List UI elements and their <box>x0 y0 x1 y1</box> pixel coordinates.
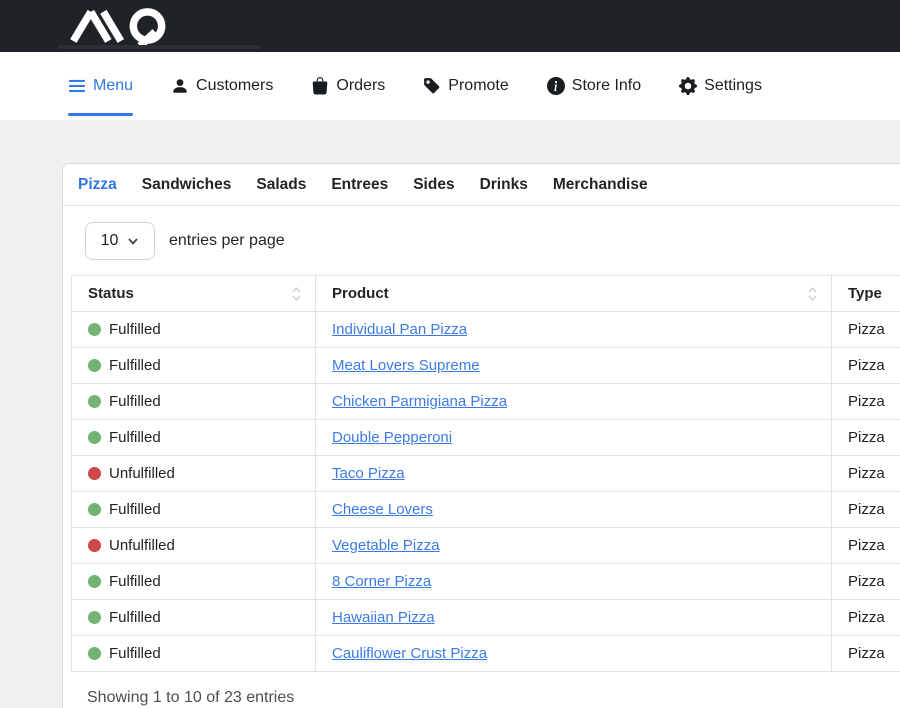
nav-label-settings: Settings <box>704 77 762 95</box>
entries-per-page-value: 10 <box>101 232 119 250</box>
tab-drinks[interactable]: Drinks <box>480 176 528 194</box>
status-label: Fulfilled <box>109 645 161 662</box>
product-link[interactable]: Chicken Parmigiana Pizza <box>332 393 507 410</box>
product-link[interactable]: Cauliflower Crust Pizza <box>332 645 487 662</box>
entries-per-page-row: 10 entries per page <box>85 222 900 260</box>
nav-item-orders[interactable]: Orders <box>311 52 385 120</box>
main-navigation: Menu Customers Orders Promote Store Info… <box>0 52 900 120</box>
nav-label-customers: Customers <box>196 77 273 95</box>
type-label: Pizza <box>848 465 885 482</box>
tab-sandwiches[interactable]: Sandwiches <box>142 176 232 194</box>
type-label: Pizza <box>848 573 885 590</box>
product-link[interactable]: Cheese Lovers <box>332 501 433 518</box>
table-row: Fulfilled Cauliflower Crust Pizza Pizza <box>72 636 900 672</box>
status-dot <box>88 431 101 444</box>
status-label: Fulfilled <box>109 393 161 410</box>
status-label: Fulfilled <box>109 501 161 518</box>
bag-icon <box>311 77 329 95</box>
status-label: Unfulfilled <box>109 465 175 482</box>
status-dot <box>88 359 101 372</box>
entries-per-page-select[interactable]: 10 <box>85 222 155 260</box>
hamburger-icon <box>68 77 86 95</box>
type-label: Pizza <box>848 645 885 662</box>
product-link[interactable]: Hawaiian Pizza <box>332 609 435 626</box>
nav-item-store-info[interactable]: Store Info <box>547 52 641 120</box>
sort-icon <box>292 287 301 301</box>
status-label: Unfulfilled <box>109 537 175 554</box>
table-row: Unfulfilled Vegetable Pizza Pizza <box>72 528 900 564</box>
type-label: Pizza <box>848 393 885 410</box>
type-label: Pizza <box>848 537 885 554</box>
column-label: Status <box>88 285 134 302</box>
tab-merchandise[interactable]: Merchandise <box>553 176 648 194</box>
product-link[interactable]: Meat Lovers Supreme <box>332 357 480 374</box>
table-row: Fulfilled 8 Corner Pizza Pizza <box>72 564 900 600</box>
column-header-type[interactable]: Type <box>832 276 900 312</box>
status-dot <box>88 503 101 516</box>
card-body: 10 entries per page Status <box>63 206 900 708</box>
nav-label-store-promote: Promote <box>448 77 508 95</box>
entries-per-page-label: entries per page <box>169 232 285 250</box>
category-tabs: Pizza Sandwiches Salads Entrees Sides Dr… <box>63 164 900 206</box>
nav-item-customers[interactable]: Customers <box>171 52 273 120</box>
status-dot <box>88 539 101 552</box>
products-table: Status Product Type <box>71 275 900 672</box>
table-row: Fulfilled Double Pepperoni Pizza <box>72 420 900 456</box>
product-link[interactable]: Individual Pan Pizza <box>332 321 467 338</box>
table-header-row: Status Product Type <box>72 276 900 312</box>
status-label: Fulfilled <box>109 573 161 590</box>
nav-item-promote[interactable]: Promote <box>423 52 508 120</box>
status-label: Fulfilled <box>109 429 161 446</box>
type-label: Pizza <box>848 321 885 338</box>
product-link[interactable]: Double Pepperoni <box>332 429 452 446</box>
nav-label-store-info: Store Info <box>572 77 641 95</box>
table-row: Fulfilled Chicken Parmigiana Pizza Pizza <box>72 384 900 420</box>
column-header-product[interactable]: Product <box>316 276 832 312</box>
status-dot <box>88 647 101 660</box>
nav-item-settings[interactable]: Settings <box>679 52 762 120</box>
table-info-text: Showing 1 to 10 of 23 entries <box>87 689 900 707</box>
nav-label-orders: Orders <box>336 77 385 95</box>
logo-underline-strip <box>58 45 260 49</box>
nav-label-menu: Menu <box>93 77 133 95</box>
aiq-logo-icon <box>58 6 182 46</box>
tag-icon <box>423 77 441 95</box>
chevron-down-icon <box>127 235 139 247</box>
table-row: Fulfilled Hawaiian Pizza Pizza <box>72 600 900 636</box>
status-dot <box>88 323 101 336</box>
product-link[interactable]: Taco Pizza <box>332 465 405 482</box>
status-dot <box>88 395 101 408</box>
sort-icon <box>808 287 817 301</box>
column-label: Product <box>332 285 389 302</box>
column-header-status[interactable]: Status <box>72 276 316 312</box>
column-label: Type <box>848 285 882 302</box>
type-label: Pizza <box>848 357 885 374</box>
product-link[interactable]: 8 Corner Pizza <box>332 573 431 590</box>
table-row: Unfulfilled Taco Pizza Pizza <box>72 456 900 492</box>
type-label: Pizza <box>848 429 885 446</box>
table-row: Fulfilled Individual Pan Pizza Pizza <box>72 312 900 348</box>
menu-card: Pizza Sandwiches Salads Entrees Sides Dr… <box>62 163 900 708</box>
top-bar <box>0 0 900 52</box>
status-dot <box>88 467 101 480</box>
tab-sides[interactable]: Sides <box>413 176 454 194</box>
type-label: Pizza <box>848 501 885 518</box>
type-label: Pizza <box>848 609 885 626</box>
product-link[interactable]: Vegetable Pizza <box>332 537 440 554</box>
person-icon <box>171 77 189 95</box>
tab-pizza[interactable]: Pizza <box>78 176 117 194</box>
table-row: Fulfilled Cheese Lovers Pizza <box>72 492 900 528</box>
tab-entrees[interactable]: Entrees <box>331 176 388 194</box>
nav-item-menu[interactable]: Menu <box>68 52 133 120</box>
gear-icon <box>679 77 697 95</box>
aiq-logo <box>58 6 182 46</box>
status-dot <box>88 575 101 588</box>
table-row: Fulfilled Meat Lovers Supreme Pizza <box>72 348 900 384</box>
status-label: Fulfilled <box>109 321 161 338</box>
status-label: Fulfilled <box>109 357 161 374</box>
info-circle-icon <box>547 77 565 95</box>
status-dot <box>88 611 101 624</box>
tab-salads[interactable]: Salads <box>256 176 306 194</box>
status-label: Fulfilled <box>109 609 161 626</box>
